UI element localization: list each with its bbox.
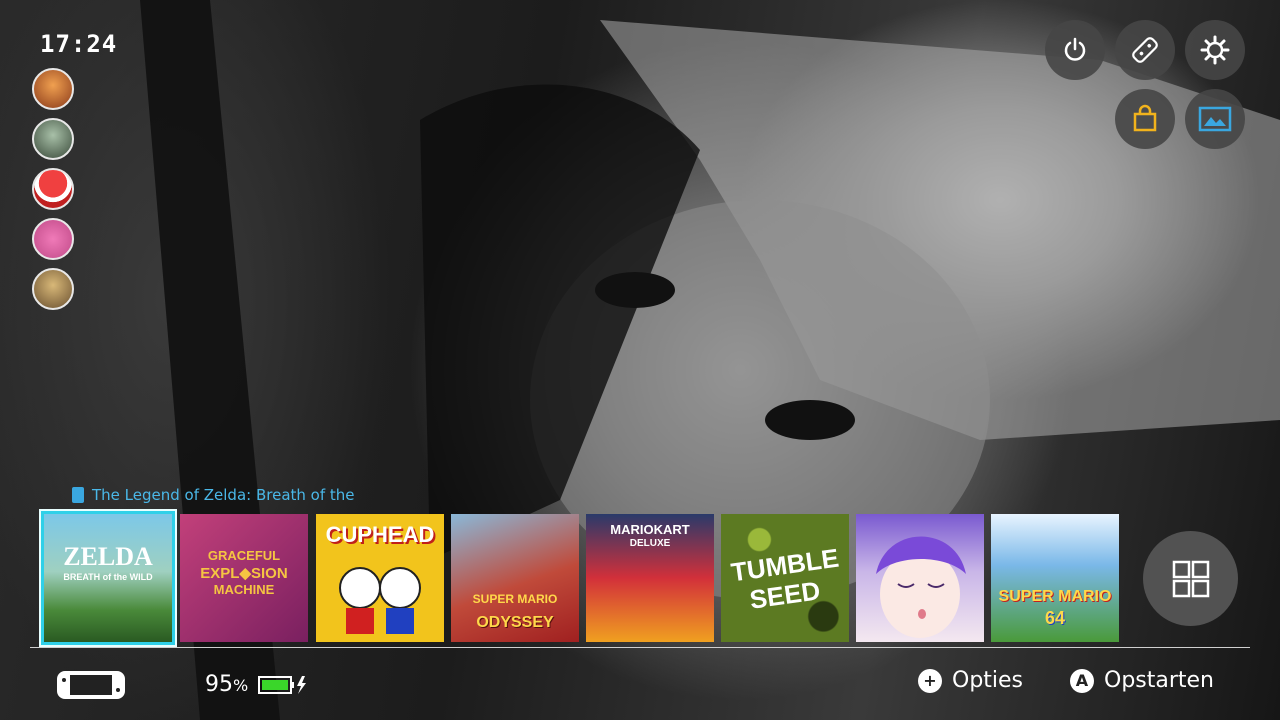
shopping-bag-icon [1133, 104, 1157, 132]
controllers-button[interactable] [1115, 20, 1175, 80]
avatar[interactable] [32, 68, 74, 110]
selected-game-title: The Legend of Zelda: Breath of the [72, 486, 355, 504]
options-label: Opties [952, 668, 1024, 693]
game-card-icon [72, 487, 84, 503]
game-tile-graceful-explosion-machine[interactable]: GRACEFUL EXPL◆SION MACHINE [180, 514, 308, 642]
game-tile-mario-kart-8-deluxe[interactable]: MARIOKART DELUXE [586, 514, 714, 642]
power-icon [1064, 37, 1086, 61]
game-tile-label: MARIOKART [610, 522, 690, 537]
game-tile-zelda[interactable]: ZELDA BREATH of the WILD [41, 511, 175, 645]
a-button-icon: A [1070, 668, 1094, 693]
avatar[interactable] [32, 268, 74, 310]
avatar[interactable] [32, 168, 74, 210]
game-tile-label-2: EXPL◆SION [200, 565, 288, 582]
avatar[interactable] [32, 218, 74, 260]
game-tile-label: GRACEFUL [207, 548, 281, 563]
battery-percentage: 95% [205, 672, 248, 697]
game-title-text: The Legend of Zelda: Breath of the [92, 486, 355, 504]
game-tile-tumbleseed[interactable]: TUMBLE SEED [721, 514, 849, 642]
clock: 17:24 [40, 30, 118, 58]
footer-bar: 95% + Opties A Opstarten [0, 660, 1280, 710]
battery-value: 95 [205, 672, 233, 697]
game-tile-label-3: MACHINE [213, 582, 275, 597]
options-button[interactable]: + Opties [918, 668, 1023, 693]
settings-icon [1200, 35, 1230, 65]
user-avatars [32, 68, 128, 318]
grid-icon [1172, 560, 1209, 597]
game-tile-cuphead[interactable]: CUPHEAD [316, 514, 444, 642]
game-tile-label: CUPHEAD [325, 522, 435, 547]
game-tile-subtitle: ODYSSEY [476, 614, 554, 631]
plus-button-icon: + [918, 668, 942, 693]
game-tile-super-mario-64[interactable]: SUPER MARIO 64 [991, 514, 1119, 642]
game-tile-subtitle: BREATH of the WILD [63, 572, 153, 582]
album-button[interactable] [1185, 89, 1245, 149]
footer-divider [30, 647, 1250, 648]
start-label: Opstarten [1104, 668, 1214, 693]
game-tile-label: SUPER MARIO [472, 592, 558, 606]
all-software-button[interactable] [1143, 531, 1238, 626]
album-icon [1198, 106, 1232, 132]
game-tile-anime-game[interactable] [856, 514, 984, 642]
cuphead-art [339, 567, 421, 634]
game-tile-label: ZELDA [63, 542, 153, 571]
avatar[interactable] [32, 118, 74, 160]
game-tile-label: SUPER MARIO [998, 588, 1112, 605]
battery-unit: % [233, 676, 249, 695]
eshop-button[interactable] [1115, 89, 1175, 149]
console-icon [57, 671, 125, 699]
game-tile-subtitle: 64 [1044, 608, 1066, 628]
start-button[interactable]: A Opstarten [1070, 668, 1214, 693]
controller-icon [1132, 37, 1158, 63]
settings-button[interactable] [1185, 20, 1245, 80]
game-tile-subtitle: DELUXE [629, 538, 671, 549]
anime-character-art [876, 536, 966, 638]
game-tile-super-mario-odyssey[interactable]: SUPER MARIO ODYSSEY [451, 514, 579, 642]
battery-charging-icon [258, 676, 306, 694]
power-button[interactable] [1045, 20, 1105, 80]
